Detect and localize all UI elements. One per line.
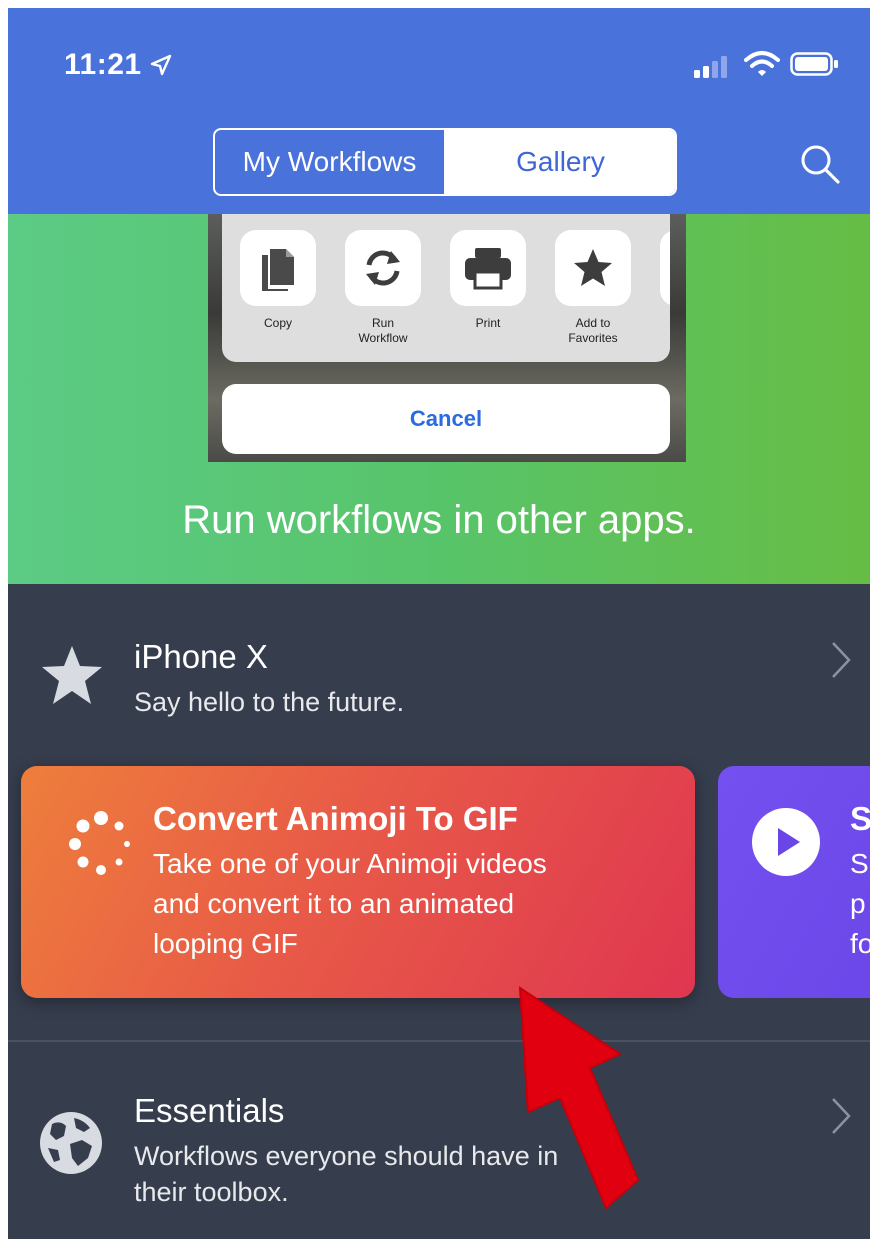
action-print: Print: [450, 230, 526, 331]
search-icon[interactable]: [796, 140, 844, 188]
action-more: [660, 230, 670, 306]
status-time: 11:21: [64, 48, 142, 81]
globe-icon: [40, 1112, 102, 1174]
card-desc-line: and convert it to an animated: [153, 888, 515, 919]
card-desc-line: Take one of your Animoji videos: [153, 848, 547, 879]
action-label: Add to: [575, 316, 611, 330]
collection-row-essentials[interactable]: Essentials Workflows everyone should hav…: [8, 1038, 870, 1239]
star-icon: [42, 646, 102, 704]
segmented-control: My Workflows Gallery: [213, 128, 677, 196]
card-title: Convert Animoji To GIF: [153, 800, 518, 837]
share-sheet-actions: Copy Run Workflow Print Add to Favorites: [222, 214, 670, 362]
card-description: Take one of your Animoji videos and conv…: [153, 844, 653, 964]
play-icon: [752, 808, 820, 876]
more-action-icon: [660, 230, 670, 306]
cellular-signal-icon: [694, 56, 727, 78]
battery-icon: [790, 52, 838, 76]
header: 11:21 My Workflows Gallery: [8, 8, 870, 214]
action-label: Print: [475, 316, 501, 330]
action-label: Copy: [263, 316, 292, 330]
collection-row-iphone-x[interactable]: iPhone X Say hello to the future.: [8, 584, 870, 764]
row-subtitle: Say hello to the future.: [134, 687, 405, 717]
printer-icon: [450, 230, 526, 306]
chevron-right-icon: [832, 642, 851, 678]
workflow-card-next[interactable]: S S p fo: [718, 766, 870, 998]
card-desc-line: p: [850, 888, 866, 919]
star-icon: [555, 230, 631, 306]
tab-my-workflows[interactable]: My Workflows: [215, 130, 446, 194]
row-title: iPhone X: [134, 638, 268, 675]
chevron-right-icon: [832, 1098, 851, 1134]
banner-headline: Run workflows in other apps.: [182, 498, 696, 542]
featured-banner[interactable]: Copy Run Workflow Print Add to Favorites…: [8, 214, 870, 584]
card-description: S p fo: [850, 844, 870, 964]
action-copy: Copy: [240, 230, 316, 331]
location-arrow-icon: [150, 54, 172, 76]
red-pointer-arrow-icon: [518, 986, 640, 1210]
cancel-button: Cancel: [222, 384, 670, 454]
wifi-icon: [744, 51, 780, 76]
action-label: Run: [371, 316, 394, 330]
copy-icon: [240, 230, 316, 306]
action-add-to-favorites: Add to Favorites: [555, 230, 631, 346]
action-label-2: Workflow: [358, 331, 408, 345]
card-title: S: [850, 800, 870, 837]
card-desc-line: S: [850, 848, 869, 879]
tab-gallery[interactable]: Gallery: [446, 130, 675, 194]
action-label-2: Favorites: [568, 331, 618, 345]
refresh-icon: [345, 230, 421, 306]
spinner-icon: [69, 811, 130, 875]
action-run-workflow: Run Workflow: [345, 230, 421, 346]
row-title: Essentials: [134, 1092, 285, 1129]
app-screen: 11:21 My Workflows Gallery Copy Run Work…: [8, 8, 870, 1239]
card-desc-line: fo: [850, 928, 870, 959]
